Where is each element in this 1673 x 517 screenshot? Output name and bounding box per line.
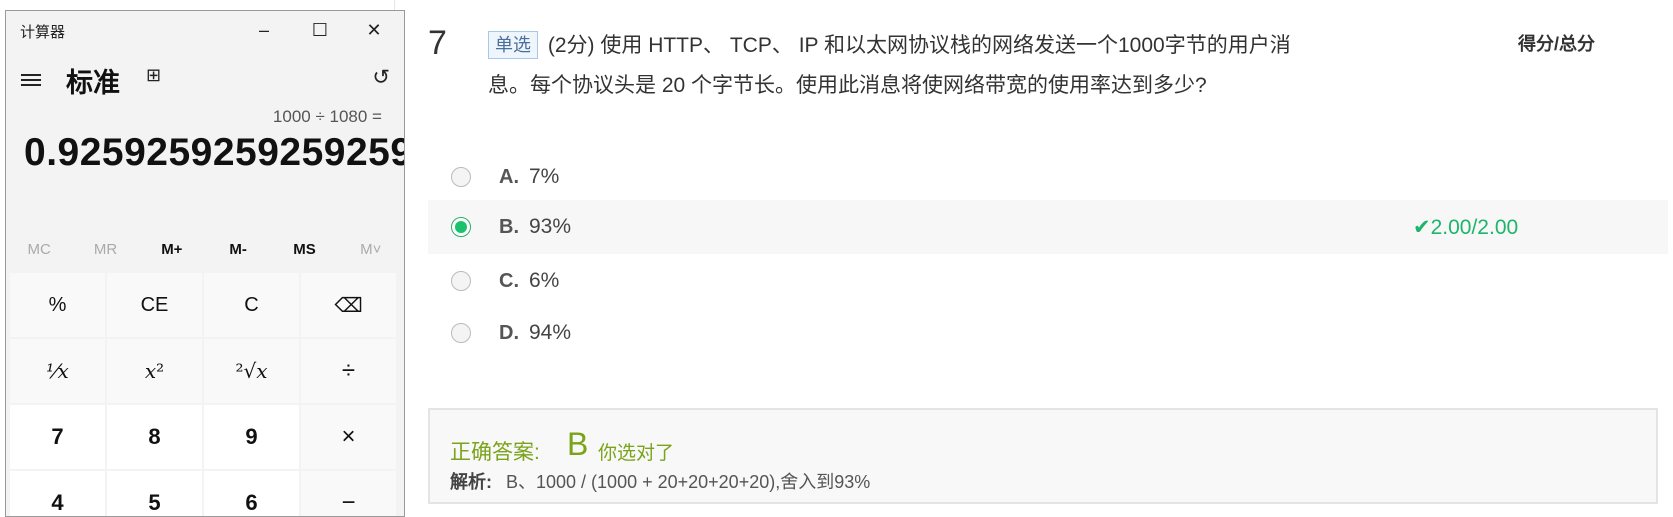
close-icon[interactable]: ✕ [346, 11, 402, 49]
clear-entry-key[interactable]: CE [107, 273, 202, 337]
score-header: 得分/总分 [1518, 34, 1596, 54]
history-icon[interactable]: ↺ [372, 65, 390, 90]
option-letter: C. [499, 269, 519, 292]
question-number: 7 [428, 24, 447, 62]
question-text: 单选 (2分) 使用 HTTP、 TCP、 IP 和以太网协议栈的网络发送一个1… [488, 26, 1368, 106]
option-c[interactable]: C. 6% [428, 254, 1668, 308]
digit-8-key[interactable]: 8 [107, 405, 202, 469]
option-a[interactable]: A. 7% [428, 150, 1668, 204]
memory-row: MC MR M+ M- MS M˅ [6, 233, 404, 267]
option-text: 6% [529, 269, 560, 292]
memory-store-button[interactable]: MS [271, 233, 337, 267]
digit-6-key[interactable]: 6 [204, 471, 299, 516]
correct-note: 你选对了 [598, 443, 675, 464]
question-line-1: 使用 HTTP、 TCP、 IP 和以太网协议栈的网络发送一个1000字节的用户… [600, 34, 1291, 57]
memory-clear-button[interactable]: MC [6, 233, 72, 267]
correct-answer-label: 正确答案: [450, 441, 540, 464]
memory-list-button[interactable]: M˅ [338, 233, 404, 267]
option-c-radio[interactable] [451, 271, 471, 291]
calculator-window: 计算器 – ☐ ✕ 标准 ⊞ ↺ 1000 ÷ 1080 = 0.9259259… [5, 10, 405, 517]
option-score: ✔2.00/2.00 [1413, 215, 1519, 239]
digit-5-key[interactable]: 5 [107, 471, 202, 516]
memory-subtract-button[interactable]: M- [205, 233, 271, 267]
menu-icon[interactable] [18, 67, 44, 93]
option-text: 93% [529, 215, 572, 238]
question-points: (2分) [547, 34, 595, 57]
window-title: 计算器 [20, 24, 66, 41]
expression-display: 1000 ÷ 1080 = [272, 107, 382, 126]
option-b-radio[interactable] [451, 217, 471, 237]
digit-9-key[interactable]: 9 [204, 405, 299, 469]
digit-7-key[interactable]: 7 [10, 405, 105, 469]
option-text: 7% [529, 165, 560, 188]
option-d-radio[interactable] [451, 323, 471, 343]
option-letter: D. [499, 321, 519, 344]
divide-key[interactable]: ÷ [301, 339, 396, 403]
memory-add-button[interactable]: M+ [139, 233, 205, 267]
question-line-2: 息。每个协议头是 20 个字节长。使用此消息将使网络带宽的使用率达到多少? [488, 74, 1207, 97]
correct-answer-letter: B [567, 426, 589, 462]
answer-box: 正确答案: B 你选对了 解析: B、1000 / (1000 + 20+20+2… [428, 408, 1658, 504]
option-b[interactable]: B. 93% ✔2.00/2.00 [428, 200, 1668, 254]
multiply-key[interactable]: × [301, 405, 396, 469]
maximize-icon[interactable]: ☐ [292, 11, 348, 49]
result-display: 0.9259259259259259 [24, 131, 405, 174]
digit-4-key[interactable]: 4 [10, 471, 105, 516]
keypad: % CE C ⌫ ¹⁄𝑥 𝑥² ²√𝑥 ÷ 7 8 9 × 4 5 6 − [10, 273, 400, 516]
memory-recall-button[interactable]: MR [72, 233, 138, 267]
mode-row: 标准 ⊞ ↺ [6, 59, 404, 105]
option-d[interactable]: D. 94% [428, 306, 1668, 360]
reciprocal-key[interactable]: ¹⁄𝑥 [10, 339, 105, 403]
option-letter: A. [499, 165, 519, 188]
clear-key[interactable]: C [204, 273, 299, 337]
option-a-radio[interactable] [451, 167, 471, 187]
question-type-tag: 单选 [488, 31, 538, 59]
sqrt-key[interactable]: ²√𝑥 [204, 339, 299, 403]
quiz-panel: 7 单选 (2分) 使用 HTTP、 TCP、 IP 和以太网协议栈的网络发送一… [410, 0, 1673, 517]
explanation-label: 解析: [450, 472, 492, 492]
option-text: 94% [529, 321, 572, 344]
subtract-key[interactable]: − [301, 471, 396, 516]
explanation: 解析: B、1000 / (1000 + 20+20+20+20),舍入到93% [450, 468, 870, 494]
mode-title: 标准 [66, 68, 120, 98]
minimize-icon[interactable]: – [236, 11, 292, 49]
square-key[interactable]: 𝑥² [107, 339, 202, 403]
option-letter: B. [499, 215, 519, 238]
explanation-text: B、1000 / (1000 + 20+20+20+20),舍入到93% [506, 472, 871, 492]
backspace-key[interactable]: ⌫ [301, 273, 396, 337]
keep-on-top-icon[interactable]: ⊞ [146, 65, 161, 86]
percent-key[interactable]: % [10, 273, 105, 337]
